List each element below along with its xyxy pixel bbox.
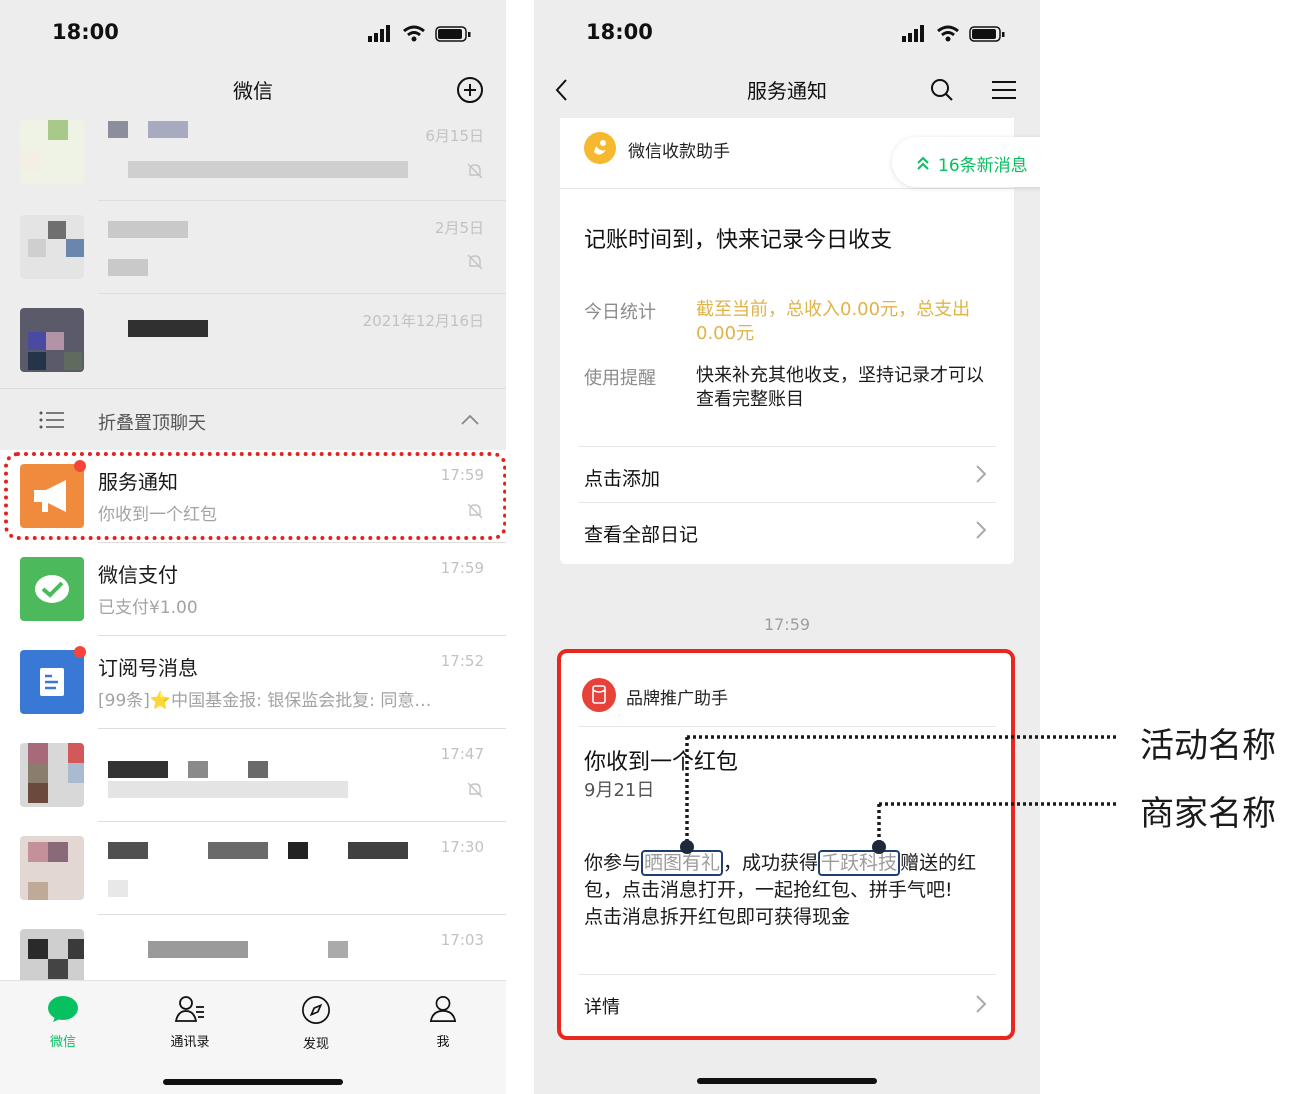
chat-name: 微信支付	[98, 563, 178, 587]
chevron-right-icon	[976, 465, 987, 483]
home-indicator	[163, 1079, 343, 1085]
chat-row-blurred[interactable]: 6月15日	[0, 115, 506, 201]
chat-preview: [99条]⭐中国基金报: 银保监会批复: 同意…	[98, 691, 432, 711]
chat-name: 订阅号消息	[98, 656, 198, 680]
annotation-merchant: 商家名称	[1140, 794, 1276, 834]
new-messages-badge[interactable]: 16条新消息	[892, 137, 1040, 187]
chat-row-blurred[interactable]: 2月5日	[0, 201, 506, 294]
chevron-up-icon[interactable]	[460, 413, 480, 427]
stats-key: 今日统计	[584, 302, 656, 323]
mute-bell-icon	[467, 503, 483, 519]
annotation-activity: 活动名称	[1140, 726, 1276, 766]
folded-pinned-chats[interactable]: 折叠置顶聊天	[0, 388, 506, 450]
status-icons	[368, 25, 471, 42]
details-link[interactable]: 详情	[584, 993, 620, 1019]
chat-time: 17:59	[440, 466, 484, 484]
page-title: 服务通知	[747, 79, 827, 103]
activity-name: 晒图有礼	[641, 850, 724, 876]
folded-label: 折叠置顶聊天	[98, 413, 206, 434]
new-messages-label: 16条新消息	[938, 156, 1028, 176]
list-icon	[39, 411, 64, 429]
wechat-pay-avatar-icon	[20, 557, 84, 621]
chevron-right-icon	[976, 995, 987, 1013]
chat-row-blurred[interactable]: 2021年12月16日	[0, 294, 506, 387]
chat-time: 2021年12月16日	[362, 312, 484, 330]
red-packet-icon	[582, 678, 616, 712]
compass-icon	[302, 996, 330, 1024]
chat-preview: 已支付¥1.00	[98, 598, 198, 618]
reminder-key: 使用提醒	[584, 368, 656, 389]
status-bar: 18:00	[534, 0, 1040, 64]
chat-row-blurred[interactable]: 17:30	[0, 822, 506, 915]
chat-preview: 你收到一个红包	[98, 505, 217, 525]
reminder-value: 快来补充其他收支，坚持记录才可以查看完整账目	[696, 365, 984, 410]
status-bar: 18:00	[0, 0, 506, 64]
chat-time: 2月5日	[434, 219, 484, 237]
tab-label: 我	[436, 1035, 450, 1050]
card-title: 记账时间到，快来记录今日收支	[584, 228, 893, 253]
contacts-icon	[174, 996, 204, 1022]
person-icon	[429, 996, 457, 1022]
add-circle-icon[interactable]	[456, 76, 484, 104]
chat-time: 6月15日	[425, 127, 484, 145]
megaphone-avatar-icon	[20, 464, 84, 528]
red-packet-card[interactable]: 品牌推广助手 你收到一个红包 9月21日 你参与 晒图有礼 ，成功获得 千跃科技 赠送的…	[560, 650, 1014, 1036]
menu-icon[interactable]	[992, 80, 1016, 100]
mute-bell-icon	[467, 163, 483, 179]
chat-time: 17:30	[440, 838, 484, 856]
tab-contacts[interactable]: 通讯录	[150, 995, 230, 1050]
double-chevron-up-icon	[917, 156, 929, 170]
service-notice-screen: 18:00 服务通知 微信收款助手 记账时间到，快来记录今日收支 今日统计 截至…	[534, 0, 1040, 1094]
subscription-avatar-icon	[20, 650, 84, 714]
body-text: 点击消息拆开红包即可获得现金	[584, 906, 851, 928]
status-time: 18:00	[52, 20, 119, 44]
tab-discover[interactable]: 发现	[276, 995, 356, 1052]
bookkeeping-assistant-icon	[584, 132, 616, 164]
tab-bar: 微信 通讯录 发现 我	[0, 980, 506, 1094]
body-text: 你参与	[584, 852, 642, 874]
mute-bell-icon	[467, 254, 483, 270]
chevron-right-icon	[976, 521, 987, 539]
body-text: ，成功获得	[723, 852, 819, 874]
chat-row-blurred[interactable]: 17:47	[0, 729, 506, 822]
chat-time: 17:47	[440, 745, 484, 763]
status-icons	[902, 25, 1005, 42]
avatar	[20, 743, 84, 807]
mute-bell-icon	[467, 782, 483, 798]
tab-chats[interactable]: 微信	[23, 995, 103, 1050]
card-date: 9月21日	[584, 780, 655, 801]
tab-label: 通讯录	[170, 1035, 210, 1050]
add-entry-link[interactable]: 点击添加	[584, 464, 660, 491]
avatar	[20, 215, 84, 279]
search-icon[interactable]	[930, 78, 954, 102]
status-time: 18:00	[586, 20, 653, 44]
chat-row-subscriptions[interactable]: 订阅号消息 [99条]⭐中国基金报: 银保监会批复: 同意… 17:52	[0, 636, 506, 729]
chat-time: 17:03	[440, 931, 484, 949]
home-indicator	[697, 1078, 877, 1084]
card-title: 你收到一个红包	[584, 750, 739, 775]
tab-label: 微信	[49, 1035, 76, 1050]
unread-dot	[74, 460, 86, 472]
page-title: 微信	[233, 79, 273, 103]
merchant-name: 千跃科技	[818, 850, 901, 876]
chat-row-wechat-pay[interactable]: 微信支付 已支付¥1.00 17:59	[0, 543, 506, 636]
card-source: 微信收款助手	[628, 142, 730, 162]
card-source: 品牌推广助手	[626, 689, 728, 709]
card-body: 你参与 晒图有礼 ，成功获得 千跃科技 赠送的红包，点击消息打开，一起抢红包、拼手气吧!…	[584, 850, 996, 931]
chat-time: 17:52	[440, 652, 484, 670]
tab-label: 发现	[302, 1037, 329, 1052]
avatar	[20, 836, 84, 900]
chat-time: 17:59	[440, 559, 484, 577]
chat-bubble-icon	[48, 996, 78, 1022]
avatar	[20, 308, 84, 372]
message-timestamp: 17:59	[763, 615, 811, 634]
chat-name: 服务通知	[98, 470, 178, 494]
stats-value: 截至当前，总收入0.00元，总支出0.00元	[696, 299, 971, 344]
wechat-chat-list-screen: 18:00 微信 6月15日 2月5日 2021年12月16日 折叠置顶聊天 服…	[0, 0, 506, 1094]
avatar	[20, 120, 84, 184]
tab-me[interactable]: 我	[403, 995, 483, 1050]
unread-dot	[74, 646, 86, 658]
chat-row-service-notice[interactable]: 服务通知 你收到一个红包 17:59	[0, 450, 506, 543]
all-diary-link[interactable]: 查看全部日记	[584, 520, 698, 547]
